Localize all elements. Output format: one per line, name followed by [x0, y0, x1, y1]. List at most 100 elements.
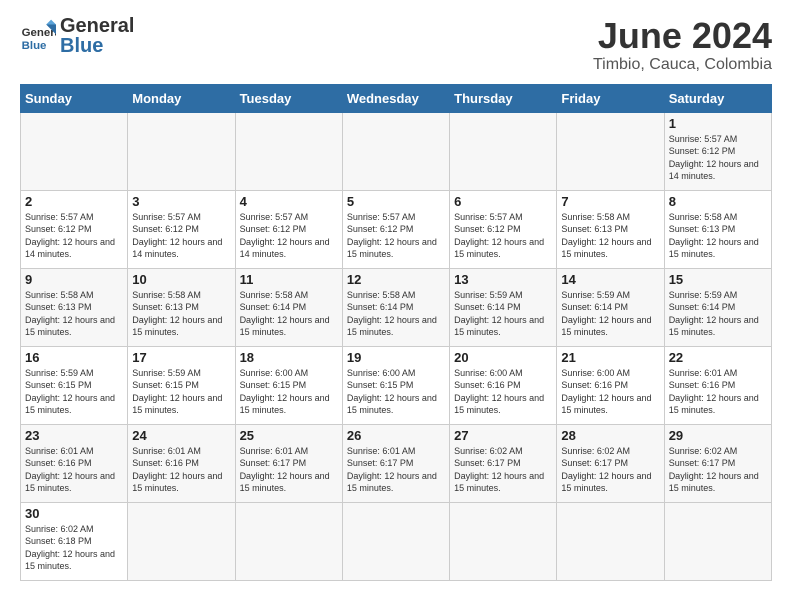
day-number: 3 [132, 194, 230, 209]
weekday-header-saturday: Saturday [664, 84, 771, 112]
day-info: Sunrise: 5:57 AM Sunset: 6:12 PM Dayligh… [132, 211, 230, 261]
calendar-cell [342, 112, 449, 190]
day-info: Sunrise: 6:02 AM Sunset: 6:17 PM Dayligh… [561, 445, 659, 495]
day-number: 11 [240, 272, 338, 287]
calendar-cell: 24Sunrise: 6:01 AM Sunset: 6:16 PM Dayli… [128, 424, 235, 502]
day-info: Sunrise: 5:58 AM Sunset: 6:13 PM Dayligh… [132, 289, 230, 339]
day-number: 9 [25, 272, 123, 287]
calendar-cell: 18 Sunrise: 6:00 AM Sunset: 6:15 PM Dayli… [235, 346, 342, 424]
day-info: Sunrise: 5:59 AM Sunset: 6:14 PM Dayligh… [561, 289, 659, 339]
day-number: 25 [240, 428, 338, 443]
calendar-cell: 1 Sunrise: 5:57 AM Sunset: 6:12 PM Daylig… [664, 112, 771, 190]
location-subtitle: Timbio, Cauca, Colombia [593, 56, 772, 74]
calendar-cell: 3 Sunrise: 5:57 AM Sunset: 6:12 PM Daylig… [128, 190, 235, 268]
day-number: 26 [347, 428, 445, 443]
calendar-cell [450, 112, 557, 190]
calendar-cell: 26Sunrise: 6:01 AM Sunset: 6:17 PM Dayli… [342, 424, 449, 502]
calendar-cell: 21 Sunrise: 6:00 AM Sunset: 6:16 PM Dayli… [557, 346, 664, 424]
day-number: 17 [132, 350, 230, 365]
month-title: June 2024 [593, 16, 772, 56]
day-info: Sunrise: 5:58 AM Sunset: 6:14 PM Dayligh… [347, 289, 445, 339]
weekday-header-tuesday: Tuesday [235, 84, 342, 112]
calendar-week-row: 30 Sunrise: 6:02 AM Sunset: 6:18 PM Dayli… [21, 502, 772, 580]
calendar-cell: 9 Sunrise: 5:58 AM Sunset: 6:13 PM Daylig… [21, 268, 128, 346]
weekday-header-wednesday: Wednesday [342, 84, 449, 112]
day-number: 1 [669, 116, 767, 131]
calendar-cell: 25 Sunrise: 6:01 AM Sunset: 6:17 PM Dayli… [235, 424, 342, 502]
day-info: Sunrise: 6:02 AM Sunset: 6:17 PM Dayligh… [669, 445, 767, 495]
calendar-cell: 14 Sunrise: 5:59 AM Sunset: 6:14 PM Dayli… [557, 268, 664, 346]
day-info: Sunrise: 5:57 AM Sunset: 6:12 PM Dayligh… [240, 211, 338, 261]
day-number: 18 [240, 350, 338, 365]
calendar-cell: 5Sunrise: 5:57 AM Sunset: 6:12 PM Daylig… [342, 190, 449, 268]
calendar-week-row: 9 Sunrise: 5:58 AM Sunset: 6:13 PM Daylig… [21, 268, 772, 346]
calendar-cell: 7Sunrise: 5:58 AM Sunset: 6:13 PM Daylig… [557, 190, 664, 268]
day-info: Sunrise: 6:00 AM Sunset: 6:15 PM Dayligh… [240, 367, 338, 417]
header: General Blue General Blue June 2024 Timb… [20, 16, 772, 74]
day-number: 21 [561, 350, 659, 365]
generalblue-logo-icon: General Blue [20, 18, 56, 54]
calendar-cell: 12Sunrise: 5:58 AM Sunset: 6:14 PM Dayli… [342, 268, 449, 346]
calendar-cell: 28 Sunrise: 6:02 AM Sunset: 6:17 PM Dayli… [557, 424, 664, 502]
day-info: Sunrise: 5:59 AM Sunset: 6:15 PM Dayligh… [25, 367, 123, 417]
calendar-cell: 22 Sunrise: 6:01 AM Sunset: 6:16 PM Dayli… [664, 346, 771, 424]
day-number: 28 [561, 428, 659, 443]
calendar-week-row: 2Sunrise: 5:57 AM Sunset: 6:12 PM Daylig… [21, 190, 772, 268]
day-info: Sunrise: 6:01 AM Sunset: 6:16 PM Dayligh… [669, 367, 767, 417]
day-number: 4 [240, 194, 338, 209]
day-info: Sunrise: 5:57 AM Sunset: 6:12 PM Dayligh… [454, 211, 552, 261]
day-number: 14 [561, 272, 659, 287]
calendar-cell [342, 502, 449, 580]
weekday-header-row: SundayMondayTuesdayWednesdayThursdayFrid… [21, 84, 772, 112]
calendar-cell: 8Sunrise: 5:58 AM Sunset: 6:13 PM Daylig… [664, 190, 771, 268]
day-info: Sunrise: 6:00 AM Sunset: 6:15 PM Dayligh… [347, 367, 445, 417]
calendar-cell [128, 112, 235, 190]
title-area: June 2024 Timbio, Cauca, Colombia [593, 16, 772, 74]
day-info: Sunrise: 5:58 AM Sunset: 6:13 PM Dayligh… [561, 211, 659, 261]
calendar-week-row: 1 Sunrise: 5:57 AM Sunset: 6:12 PM Daylig… [21, 112, 772, 190]
calendar-cell: 15Sunrise: 5:59 AM Sunset: 6:14 PM Dayli… [664, 268, 771, 346]
calendar-week-row: 16 Sunrise: 5:59 AM Sunset: 6:15 PM Dayli… [21, 346, 772, 424]
calendar-cell: 4 Sunrise: 5:57 AM Sunset: 6:12 PM Daylig… [235, 190, 342, 268]
weekday-header-monday: Monday [128, 84, 235, 112]
day-number: 24 [132, 428, 230, 443]
calendar-cell: 17 Sunrise: 5:59 AM Sunset: 6:15 PM Dayli… [128, 346, 235, 424]
day-info: Sunrise: 5:58 AM Sunset: 6:13 PM Dayligh… [25, 289, 123, 339]
calendar-cell: 23 Sunrise: 6:01 AM Sunset: 6:16 PM Dayli… [21, 424, 128, 502]
day-number: 29 [669, 428, 767, 443]
day-info: Sunrise: 5:59 AM Sunset: 6:14 PM Dayligh… [669, 289, 767, 339]
calendar-cell [235, 502, 342, 580]
calendar-header: SundayMondayTuesdayWednesdayThursdayFrid… [21, 84, 772, 112]
calendar-cell [664, 502, 771, 580]
day-number: 22 [669, 350, 767, 365]
day-info: Sunrise: 5:59 AM Sunset: 6:15 PM Dayligh… [132, 367, 230, 417]
day-number: 5 [347, 194, 445, 209]
day-number: 30 [25, 506, 123, 521]
day-info: Sunrise: 6:02 AM Sunset: 6:18 PM Dayligh… [25, 523, 123, 573]
calendar-cell [128, 502, 235, 580]
day-info: Sunrise: 6:02 AM Sunset: 6:17 PM Dayligh… [454, 445, 552, 495]
svg-text:Blue: Blue [22, 40, 47, 52]
day-info: Sunrise: 6:01 AM Sunset: 6:16 PM Dayligh… [25, 445, 123, 495]
calendar-cell: 20Sunrise: 6:00 AM Sunset: 6:16 PM Dayli… [450, 346, 557, 424]
day-info: Sunrise: 6:00 AM Sunset: 6:16 PM Dayligh… [561, 367, 659, 417]
calendar-cell: 29 Sunrise: 6:02 AM Sunset: 6:17 PM Dayli… [664, 424, 771, 502]
weekday-header-sunday: Sunday [21, 84, 128, 112]
day-number: 16 [25, 350, 123, 365]
calendar-cell: 30 Sunrise: 6:02 AM Sunset: 6:18 PM Dayli… [21, 502, 128, 580]
logo-blue-text: Blue [60, 36, 134, 56]
calendar-cell [21, 112, 128, 190]
day-info: Sunrise: 5:59 AM Sunset: 6:14 PM Dayligh… [454, 289, 552, 339]
day-info: Sunrise: 5:57 AM Sunset: 6:12 PM Dayligh… [669, 133, 767, 183]
calendar-cell [557, 502, 664, 580]
day-number: 13 [454, 272, 552, 287]
calendar-cell: 10Sunrise: 5:58 AM Sunset: 6:13 PM Dayli… [128, 268, 235, 346]
day-info: Sunrise: 6:01 AM Sunset: 6:17 PM Dayligh… [240, 445, 338, 495]
day-number: 23 [25, 428, 123, 443]
weekday-header-thursday: Thursday [450, 84, 557, 112]
day-number: 19 [347, 350, 445, 365]
calendar-cell: 19 Sunrise: 6:00 AM Sunset: 6:15 PM Dayli… [342, 346, 449, 424]
calendar-cell: 11Sunrise: 5:58 AM Sunset: 6:14 PM Dayli… [235, 268, 342, 346]
calendar-cell: 16 Sunrise: 5:59 AM Sunset: 6:15 PM Dayli… [21, 346, 128, 424]
calendar-cell: 13 Sunrise: 5:59 AM Sunset: 6:14 PM Dayli… [450, 268, 557, 346]
